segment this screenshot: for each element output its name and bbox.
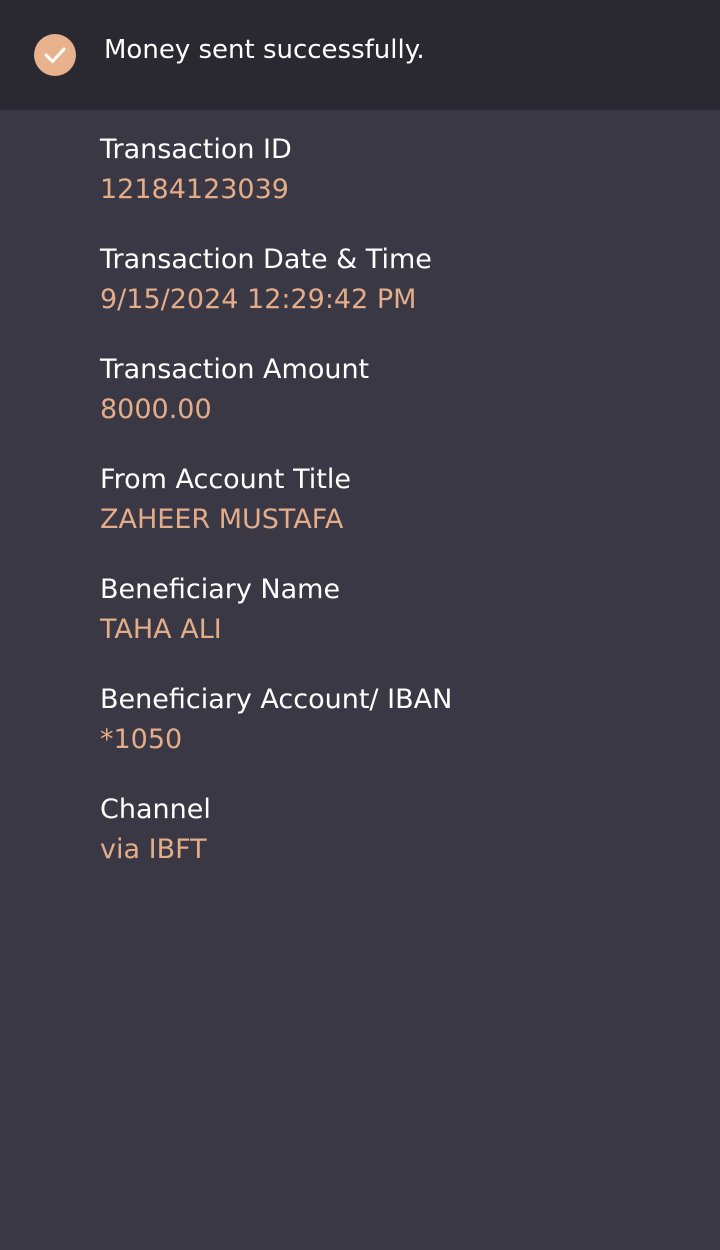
detail-label: Transaction ID	[100, 134, 292, 165]
detail-label: Transaction Amount	[100, 354, 370, 385]
detail-row-beneficiary-account: Beneficiary Account/ IBAN *1050	[100, 680, 700, 790]
detail-row-transaction-date: Transaction Date & Time 9/15/2024 12:29:…	[100, 240, 700, 350]
detail-value: ZAHEER MUSTAFA	[100, 504, 344, 535]
detail-label: Beneficiary Account/ IBAN	[100, 684, 453, 715]
detail-row-from-account-title: From Account Title ZAHEER MUSTAFA	[100, 460, 700, 570]
detail-label: Beneficiary Name	[100, 574, 341, 605]
detail-row-channel: Channel via IBFT	[100, 790, 700, 900]
detail-value: 8000.00	[100, 394, 212, 425]
detail-value: 12184123039	[100, 174, 289, 205]
success-banner: Money sent successfully.	[0, 0, 720, 110]
detail-label: Transaction Date & Time	[100, 244, 432, 275]
detail-row-transaction-amount: Transaction Amount 8000.00	[100, 350, 700, 460]
detail-row-transaction-id: Transaction ID 12184123039	[100, 130, 700, 240]
success-message: Money sent successfully.	[104, 35, 425, 65]
detail-label: Channel	[100, 794, 211, 825]
transaction-details: Transaction ID 12184123039 Transaction D…	[100, 130, 700, 900]
detail-value: via IBFT	[100, 834, 207, 865]
detail-row-beneficiary-name: Beneficiary Name TAHA ALI	[100, 570, 700, 680]
detail-value: TAHA ALI	[100, 614, 222, 645]
check-circle-icon	[34, 34, 76, 76]
detail-label: From Account Title	[100, 464, 351, 495]
detail-value: 9/15/2024 12:29:42 PM	[100, 284, 417, 315]
detail-value: *1050	[100, 724, 183, 755]
